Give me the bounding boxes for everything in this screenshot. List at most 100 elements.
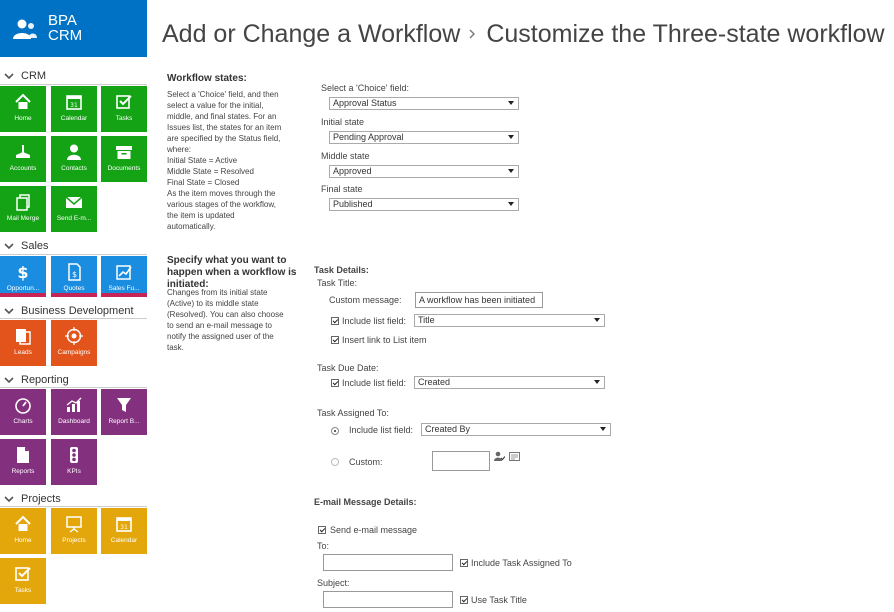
archive-icon [116,146,132,159]
svg-text:$: $ [17,263,28,281]
tile-project-calendar[interactable]: 31 Calendar [101,508,147,554]
checklist-icon [116,95,132,109]
choice-field-select[interactable]: Approval Status [329,97,519,110]
tile-leads[interactable]: Leads [0,320,46,366]
subject-input[interactable] [323,591,453,608]
send-email-checkbox[interactable] [318,526,326,534]
section-sales[interactable]: Sales [4,240,49,252]
insert-link-label: Insert link to List item [342,335,427,345]
description-line: (Resolved). You can also choose [167,310,284,319]
tile-mail-merge[interactable]: Mail Merge [0,186,46,232]
dropdown-arrow-icon [508,169,514,173]
description-line: Select a 'Choice' field, and then [167,90,279,99]
tile-contacts[interactable]: Contacts [51,136,97,182]
assigned-custom-radio[interactable] [331,458,339,466]
tile-label: Report B... [108,418,140,425]
task-details-heading: Task Details: [314,265,369,275]
section-crm[interactable]: CRM [4,70,46,82]
initial-state-select[interactable]: Pending Approval [329,131,519,144]
target-icon [65,327,83,345]
address-book-icon[interactable] [509,451,520,462]
tile-documents[interactable]: Documents [101,136,147,182]
description-line: task. [167,343,184,352]
check-names-icon[interactable] [494,451,505,462]
people-icon [13,19,37,39]
tile-label: Calendar [60,115,88,122]
middle-state-label: Middle state [321,151,370,161]
filter-icon [117,398,131,412]
description-line: various stages of the workflow, [167,200,276,209]
brand-logo[interactable]: BPA CRM [0,0,147,57]
tile-label: Send E-m... [56,215,92,222]
use-task-title-checkbox[interactable] [460,596,468,604]
tile-home[interactable]: Home [0,86,46,132]
middle-state-select[interactable]: Approved [329,165,519,178]
tile-opportunities[interactable]: $ Opportun... [0,256,46,297]
divider [0,506,147,507]
tile-calendar[interactable]: 31 Calendar [51,86,97,132]
trend-chart-icon [116,265,132,280]
include-task-assigned-label: Include Task Assigned To [471,558,572,568]
dropdown-arrow-icon [594,380,600,384]
tile-dashboard[interactable]: Dashboard [51,389,97,435]
section-projects[interactable]: Projects [4,493,61,505]
divider [0,318,147,319]
include-list-field-select[interactable]: Title [414,314,605,327]
custom-message-input[interactable]: A workflow has been initiated [415,292,543,308]
final-state-select[interactable]: Published [329,198,519,211]
tile-sales-funnel[interactable]: Sales Fu... [101,256,147,297]
description-line: to send an e-mail message to [167,321,272,330]
assigned-include-field-select[interactable]: Created By [421,423,611,436]
tile-send-email[interactable]: Send E-m... [51,186,97,232]
divider [0,254,147,255]
section-label: Sales [21,240,49,252]
description-line: automatically. [167,222,216,231]
tile-report-builder[interactable]: Report B... [101,389,147,435]
assigned-include-field-radio[interactable] [331,427,339,435]
tile-label: Documents [107,165,141,172]
include-task-assigned-checkbox[interactable] [460,559,468,567]
select-value: Created By [425,424,471,434]
assigned-custom-input[interactable] [432,451,490,471]
tile-label: Campaigns [57,349,91,356]
home-icon [15,93,31,109]
contact-icon [67,144,81,160]
tile-kpis[interactable]: KPIs [51,439,97,485]
tile-project-home[interactable]: Home [0,508,46,554]
tile-label: Home [14,537,32,544]
tile-campaigns[interactable]: Campaigns [51,320,97,366]
description-line: Final State = Closed [167,178,240,187]
tile-reports[interactable]: Reports [0,439,46,485]
tile-project-tasks[interactable]: Tasks [0,558,46,604]
dropdown-arrow-icon [508,202,514,206]
include-list-field-checkbox[interactable] [331,317,339,325]
gauge-icon [15,398,31,414]
assigned-include-field-label: Include list field: [349,425,414,435]
tile-label: Charts [13,418,33,425]
tile-accounts[interactable]: Accounts [0,136,46,182]
include-list-field-label: Include list field: [342,316,407,326]
due-include-field-select[interactable]: Created [414,376,605,389]
chevron-down-icon [4,73,14,80]
tile-charts[interactable]: Charts [0,389,46,435]
assigned-custom-label: Custom: [349,457,383,467]
section-reporting[interactable]: Reporting [4,374,69,386]
initial-state-label: Initial state [321,117,365,127]
tile-tasks[interactable]: Tasks [101,86,147,132]
task-assigned-to-label: Task Assigned To: [317,408,389,418]
section-business-development[interactable]: Business Development [4,305,134,317]
due-include-field-checkbox[interactable] [331,379,339,387]
to-input[interactable] [323,554,453,571]
description-line: where: [167,145,192,154]
description-line: As the item moves through the [167,189,276,198]
tile-label: Sales Fu... [108,285,140,292]
tile-label: Projects [62,537,86,544]
initiated-description: Changes from its initial state (Active) … [167,287,297,353]
tile-projects[interactable]: Projects [51,508,97,554]
tile-quotes[interactable]: $ Quotes [51,256,97,297]
tile-label: Accounts [9,165,37,172]
leads-icon [16,329,31,345]
quote-document-icon: $ [68,263,81,281]
insert-link-checkbox[interactable] [331,336,339,344]
breadcrumb-parent[interactable]: Add or Change a Workflow [162,20,460,48]
